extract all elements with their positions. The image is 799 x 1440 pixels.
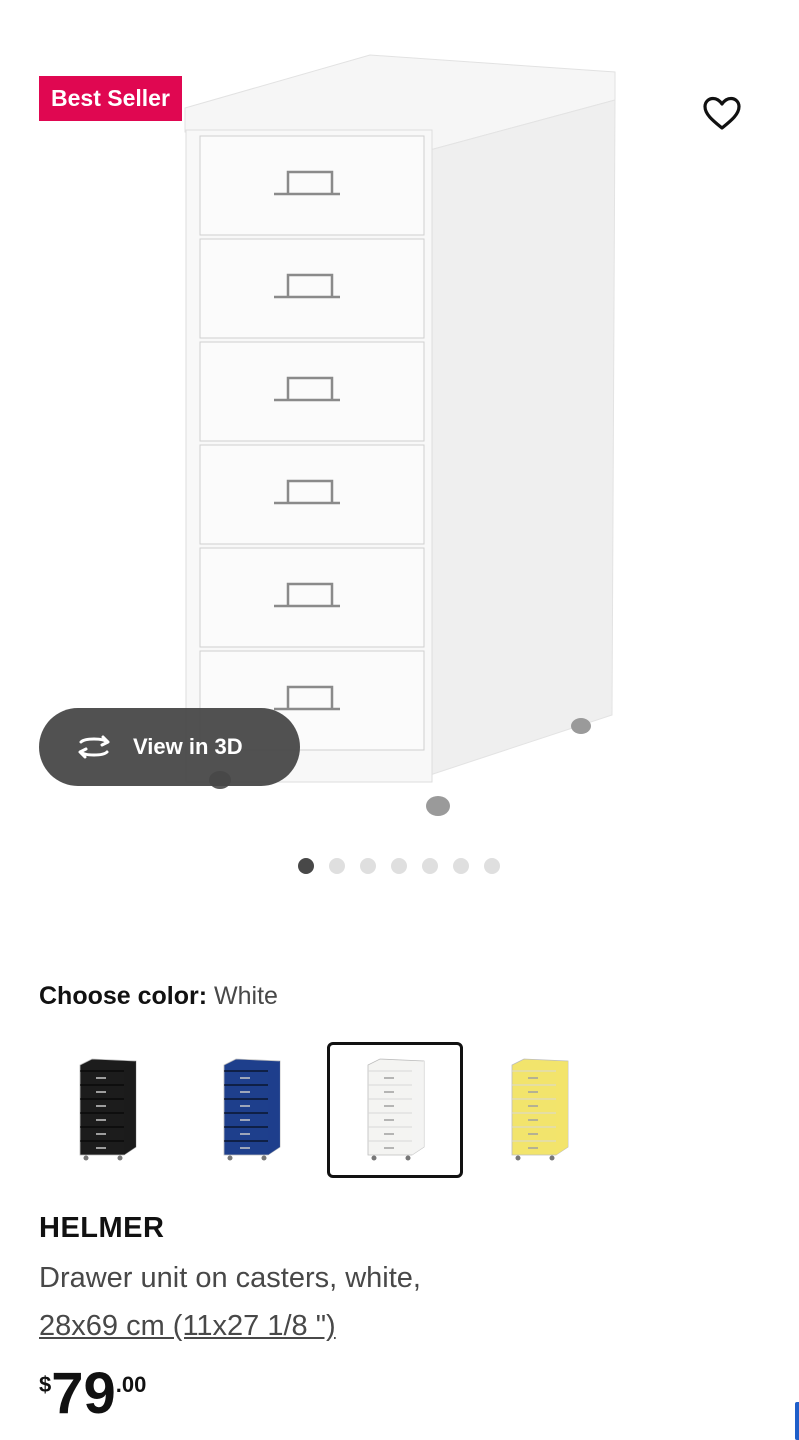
best-seller-badge: Best Seller (39, 76, 182, 121)
drawer-front (199, 135, 425, 236)
product-gallery[interactable]: Best Seller View in 3D (0, 0, 799, 900)
gallery-dot[interactable] (298, 858, 314, 874)
color-selector-label: Choose color: White (39, 982, 278, 1011)
swatch-image (79, 1058, 137, 1161)
product-price: $ 79 .00 (39, 1362, 146, 1426)
edge-indicator (795, 1402, 799, 1440)
rotate-3d-icon (78, 735, 110, 759)
price-currency: $ (39, 1372, 52, 1397)
product-description: Drawer unit on casters, white, (39, 1262, 421, 1294)
product-dimensions-link[interactable]: 28x69 cm (11x27 1/8 ") (39, 1310, 336, 1343)
drawer-front (199, 444, 425, 545)
swatch-image (511, 1058, 569, 1161)
color-label: Choose color: (39, 982, 208, 1010)
color-swatches (39, 1042, 759, 1178)
gallery-pagination (298, 858, 500, 874)
color-swatch-yellow[interactable] (471, 1042, 607, 1178)
gallery-dot[interactable] (484, 858, 500, 874)
swatch-image (367, 1058, 425, 1161)
view-in-3d-label: View in 3D (133, 734, 243, 759)
drawer-front (199, 238, 425, 339)
gallery-dot[interactable] (422, 858, 438, 874)
gallery-dot[interactable] (391, 858, 407, 874)
favorite-heart-icon[interactable] (700, 92, 744, 136)
color-swatch-blue[interactable] (183, 1042, 319, 1178)
product-name: HELMER (39, 1212, 165, 1244)
color-selected-value: White (214, 982, 278, 1010)
swatch-image (223, 1058, 281, 1161)
price-decimal: .00 (115, 1372, 147, 1397)
gallery-dot[interactable] (360, 858, 376, 874)
color-swatch-white[interactable] (327, 1042, 463, 1178)
gallery-dot[interactable] (453, 858, 469, 874)
color-swatch-black[interactable] (39, 1042, 175, 1178)
price-integer: 79 (51, 1361, 116, 1426)
drawer-front (199, 547, 425, 648)
view-in-3d-button[interactable]: View in 3D (39, 708, 300, 786)
drawer-front (199, 341, 425, 442)
gallery-dot[interactable] (329, 858, 345, 874)
